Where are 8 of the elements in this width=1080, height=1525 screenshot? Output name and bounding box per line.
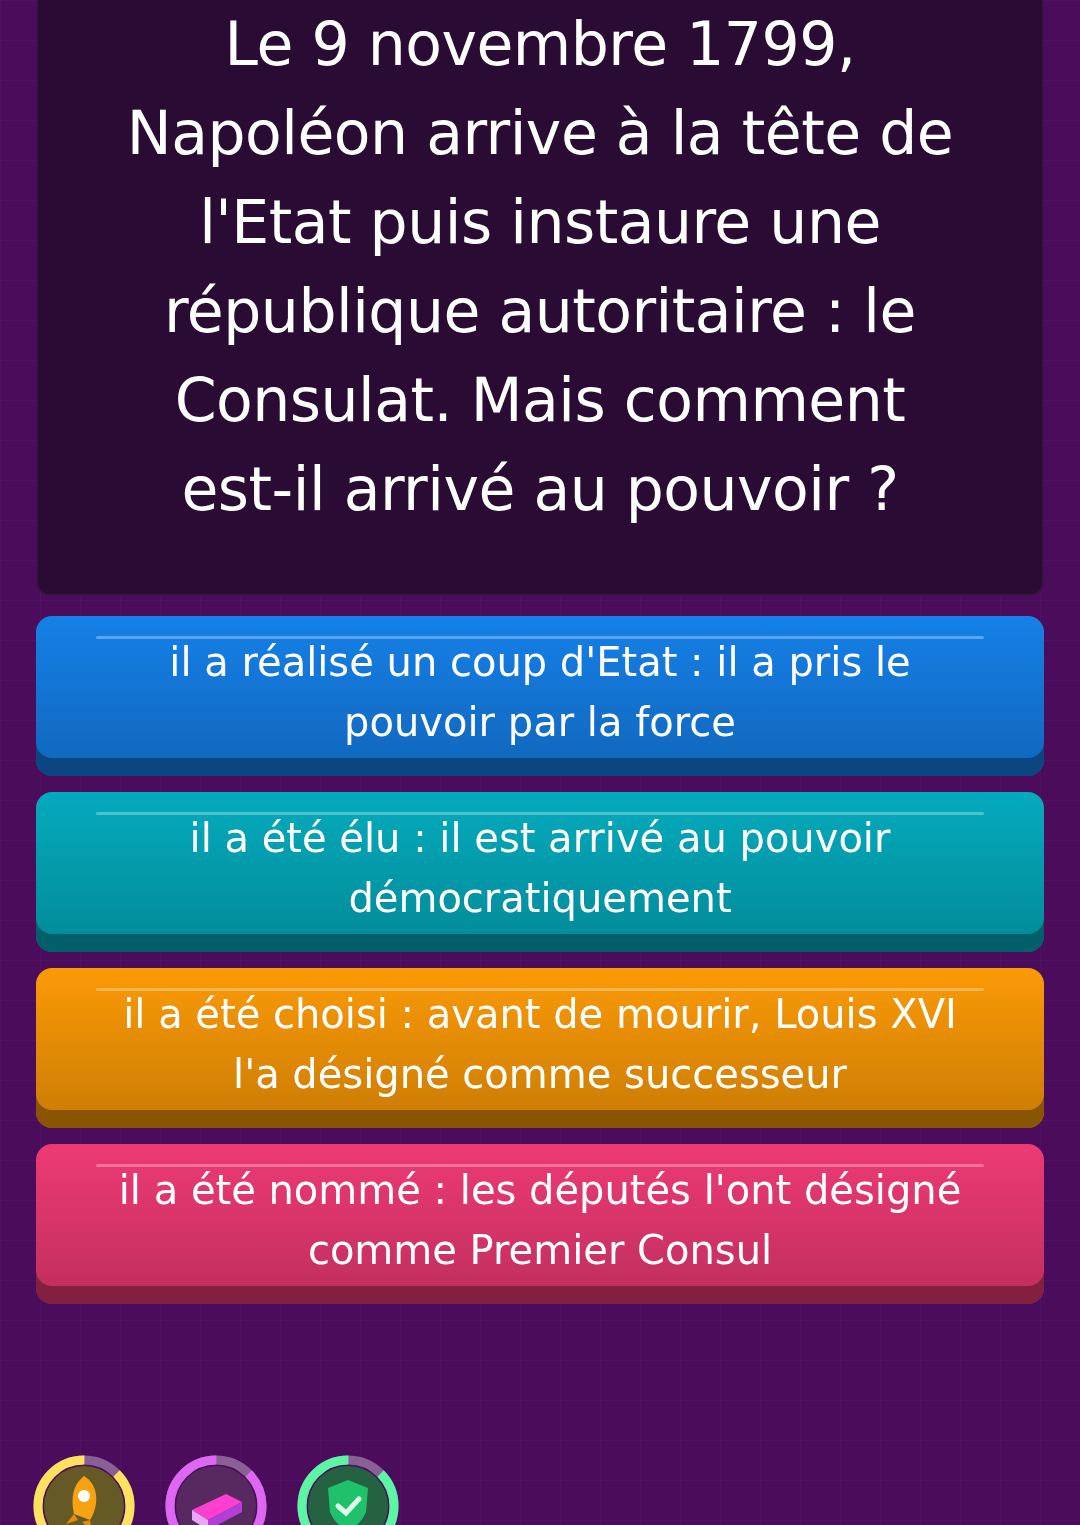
answer-button[interactable]: il a été élu : il est arrivé au pouvoir démocratiquement bbox=[36, 792, 1044, 952]
answer-button[interactable]: il a été nommé : les députés l'ont désigné comme Premier Consul bbox=[36, 1144, 1044, 1304]
answer-button[interactable]: il a été choisi : avant de mourir, Louis XVI l'a désigné comme successeur bbox=[36, 968, 1044, 1128]
rocket-icon bbox=[66, 1476, 97, 1525]
shield-check-icon bbox=[328, 1480, 368, 1525]
answer-button[interactable]: il a réalisé un coup d'Etat : il a pris le pouvoir par la force bbox=[36, 616, 1044, 776]
question-text: Le 9 novembre 1799, Napoléon arrive à la tête de l'Etat puis instaure une république autoritaire : le Consulat. Mais comment est-il arrivé au pouvoir ? bbox=[125, 8, 955, 526]
eraser-icon bbox=[192, 1494, 242, 1525]
